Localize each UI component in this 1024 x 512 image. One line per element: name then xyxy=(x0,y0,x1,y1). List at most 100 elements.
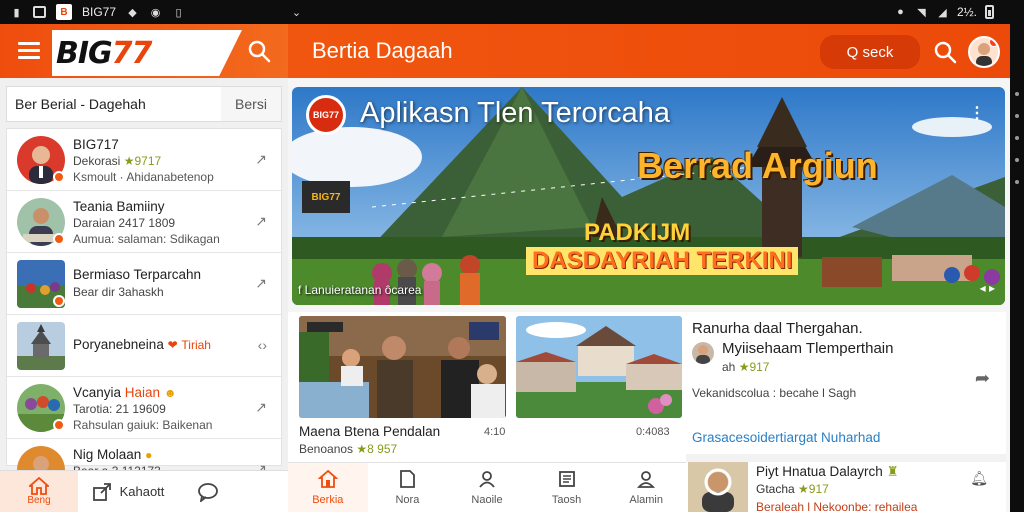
news-item-meta: Beraleah l Nekoonbe: rehailea xyxy=(756,500,918,512)
list-item[interactable]: Poryanebneina ❤ Tiriah ‹› xyxy=(7,315,281,377)
document-icon xyxy=(400,470,416,488)
status-badge xyxy=(53,295,65,307)
vpn-icon: ◆ xyxy=(128,6,137,19)
card-image xyxy=(516,316,682,418)
search-icon[interactable] xyxy=(246,38,272,64)
news-card[interactable] xyxy=(516,316,682,418)
card-duration: 0:4083 xyxy=(636,426,670,438)
share-icon[interactable]: ➦ xyxy=(975,368,990,389)
list-item[interactable]: Teania Bamiiny Daraian 2417 1809 Aumua: … xyxy=(7,191,281,253)
tab-nora[interactable]: Nora xyxy=(368,463,448,512)
list-item-meta: Aumua: salaman: Sdikagan xyxy=(73,232,220,246)
card-duration: 4:10 xyxy=(484,426,506,438)
list-item[interactable]: Bermiaso Terparcahn Bear dir 3ahaskh ↗ xyxy=(7,253,281,315)
signal-icon: ◢ xyxy=(938,6,947,19)
share-icon[interactable]: ↗ xyxy=(255,151,267,168)
list-item-title: Poryanebneina ❤ Tiriah xyxy=(73,337,211,352)
list-item-title: Teania Bamiiny xyxy=(73,199,165,214)
status-time: 2½. xyxy=(956,5,977,19)
nav-dot xyxy=(1015,136,1019,140)
share-icon[interactable]: ↗ xyxy=(255,275,267,292)
list-item-title: Bermiaso Terparcahn xyxy=(73,267,202,282)
avatar xyxy=(692,342,714,364)
nav-share-label: Kahaott xyxy=(119,484,165,499)
logo-accent: 77 xyxy=(111,35,153,71)
system-nav-bar xyxy=(1010,24,1024,512)
page-title: Bertia Dagaah xyxy=(312,38,453,63)
sync-icon: ◉ xyxy=(150,6,161,19)
tab-taosh[interactable]: Taosh xyxy=(527,463,607,512)
sidebar-header: BIG77 xyxy=(0,24,288,78)
alarm-icon: ● xyxy=(897,6,904,18)
main-content: Bertia Dagaah Q seck BIG77 Aplikasn Tlen… xyxy=(288,24,1010,512)
nav-chat[interactable] xyxy=(178,482,238,502)
list-item-meta: Ksmoult · Ahidanabetenop xyxy=(73,170,214,184)
home-icon xyxy=(317,469,338,488)
sidebar-search-input[interactable] xyxy=(7,87,221,121)
hero-subtitle-highlight: DASDAYRIAH TERKINI xyxy=(526,247,799,275)
avatar xyxy=(17,322,65,370)
tab-label: Nora xyxy=(395,494,420,506)
user-avatar[interactable] xyxy=(968,36,1000,68)
nav-dot xyxy=(1015,158,1019,162)
list-item-title: Nig Molaan ● xyxy=(73,447,153,462)
news-link[interactable]: Grasacesoidertiargat Nuharhad xyxy=(692,430,880,445)
sidebar-search-button[interactable]: Bersi xyxy=(221,87,281,121)
hero-headline: Berrad Argiun xyxy=(637,145,878,186)
star-icon: ★ xyxy=(738,360,750,374)
tab-alamin[interactable]: Alamin xyxy=(606,463,686,512)
bottom-nav: Berkia Nora Naoile Taosh Alamin xyxy=(288,462,686,512)
hero-title: Aplikasn Tlen Terorcaha xyxy=(360,97,671,129)
bell-icon[interactable]: 🔔︎ xyxy=(970,470,988,487)
trophy-icon: ♜ xyxy=(886,464,899,479)
news-description: Vekanidscolua : becahe l Sagh xyxy=(692,386,857,400)
chat-icon xyxy=(198,482,218,502)
news-thumbnail[interactable] xyxy=(688,462,748,512)
profile-icon xyxy=(637,471,656,488)
tab-home[interactable]: Berkia xyxy=(288,463,368,512)
list-item[interactable]: BIG717 Dekorasi ★9717 Ksmoult · Ahidanab… xyxy=(7,129,281,191)
more-icon[interactable]: ‹› xyxy=(258,337,267,353)
card-subtitle: Benoanos ★8 957 xyxy=(299,442,398,456)
tab-label: Naoile xyxy=(471,494,503,506)
main-header: Bertia Dagaah Q seck xyxy=(288,24,1010,78)
star-icon: ● xyxy=(145,448,153,462)
list-item-subtitle: Bear dir 3ahaskh xyxy=(73,285,164,299)
expand-icon: ⌄ xyxy=(291,7,302,19)
share-icon[interactable]: ↗ xyxy=(255,213,267,230)
hero-subtitle: PADKIJM xyxy=(584,219,691,246)
star-icon: ★ xyxy=(798,482,809,496)
sidebar-list: BIG717 Dekorasi ★9717 Ksmoult · Ahidanab… xyxy=(6,128,282,494)
nav-dot xyxy=(1015,114,1019,118)
menu-icon[interactable] xyxy=(18,42,40,60)
news-card[interactable] xyxy=(299,316,506,418)
nav-dot xyxy=(1015,92,1019,96)
status-badge xyxy=(53,419,65,431)
battery-icon xyxy=(985,5,994,19)
person-icon xyxy=(479,471,495,488)
news-panel: Ranurha daal Thergahan. Myiisehaam Tlemp… xyxy=(686,312,1006,512)
list-item[interactable]: Vcanyia Haian ☻ Tarotia: 21 19609 Rahsul… xyxy=(7,377,281,439)
sim-icon: ▮ xyxy=(13,6,20,19)
nav-home[interactable]: Beng xyxy=(0,470,78,512)
search-icon[interactable] xyxy=(932,39,958,65)
hero-banner[interactable]: BIG77 Aplikasn Tlen Terorcaha Berrad Arg… xyxy=(292,87,1005,305)
sidebar-bottom-nav: Beng Kahaott xyxy=(0,470,288,512)
news-item-subtitle: Gtacha ★917 xyxy=(756,482,829,496)
news-item-title: Piyt Hnatua Dalayrch ♜ xyxy=(756,464,899,479)
status-badge xyxy=(53,171,65,183)
search-pill-button[interactable]: Q seck xyxy=(820,35,920,69)
carousel-arrows[interactable]: ◂ ▸ xyxy=(980,281,995,295)
sidebar: BIG77 Bersi BIG717 Dekorasi ★9717 Ksmoul… xyxy=(0,24,288,512)
list-item-subtitle: Tarotia: 21 19609 xyxy=(73,402,166,416)
card-title: Maena Btena Pendalan xyxy=(299,424,441,439)
divider xyxy=(686,454,1006,462)
tab-label: Alamin xyxy=(629,494,663,506)
tab-naoile[interactable]: Naoile xyxy=(447,463,527,512)
share-icon[interactable]: ↗ xyxy=(255,399,267,416)
app-logo[interactable]: BIG77 xyxy=(52,30,242,76)
app-screen: ▮ B BIG77 ◆ ◉ ▯ ⌄ ● ◥ ◢ 2½. BIG77 Bers xyxy=(0,0,1024,512)
list-item-title: BIG717 xyxy=(73,137,119,152)
more-vert-icon[interactable]: ⋮ xyxy=(969,103,985,123)
nav-share[interactable]: Kahaott xyxy=(78,482,178,502)
